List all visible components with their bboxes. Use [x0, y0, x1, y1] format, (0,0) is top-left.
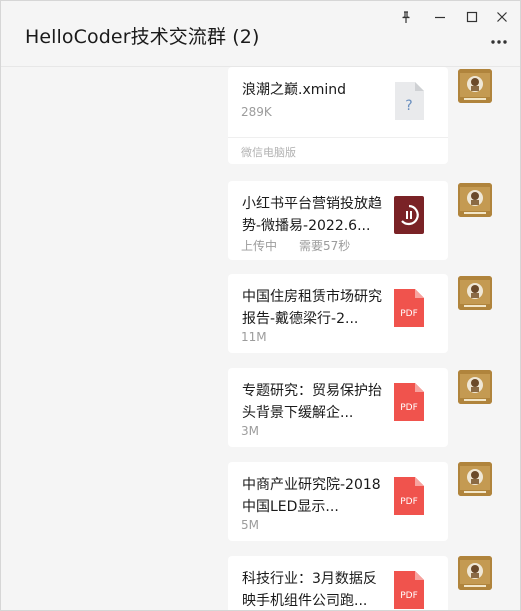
file-size: 5M: [241, 518, 259, 532]
more-icon[interactable]: [488, 31, 510, 53]
file-name: 浪潮之巅.xmind: [242, 82, 347, 98]
file-name: 中商产业研究院-2018中国LED显示...: [242, 477, 381, 515]
message-source: 微信电脑版: [241, 146, 296, 159]
file-name: 科技行业：3月数据反映手机组件公司跑...: [242, 571, 377, 609]
avatar[interactable]: [458, 69, 492, 103]
avatar[interactable]: [458, 276, 492, 310]
pdf-label: PDF: [400, 591, 418, 601]
file-size: 11M: [241, 330, 267, 344]
pin-icon[interactable]: [395, 7, 417, 27]
pdf-label: PDF: [400, 403, 418, 413]
avatar[interactable]: [458, 370, 492, 404]
chat-window: HelloCoder技术交流群 (2) 浪潮之巅.xmind 289K ? 微信…: [0, 0, 521, 611]
file-bubble[interactable]: 专题研究：贸易保护抬头背景下缓解企... 3M PDF: [228, 368, 448, 447]
avatar[interactable]: [458, 556, 492, 590]
file-name: 小红书平台营销投放趋势-微播易-2022.6...: [242, 196, 382, 234]
pdf-icon: PDF: [393, 382, 425, 422]
pdf-label: PDF: [400, 497, 418, 507]
file-bubble[interactable]: 中商产业研究院-2018中国LED显示... 5M PDF: [228, 462, 448, 541]
file-size: 289K: [241, 105, 272, 119]
file-name: 中国住房租赁市场研究报告-戴德梁行-2...: [242, 289, 382, 327]
close-icon[interactable]: [491, 7, 513, 27]
pdf-icon: PDF: [393, 476, 425, 516]
uploading-file-icon: [393, 195, 425, 235]
message-list[interactable]: 浪潮之巅.xmind 289K ? 微信电脑版 小红书平台营销投放趋势-微播易-…: [1, 67, 520, 610]
pdf-icon: PDF: [393, 570, 425, 610]
upload-status: 上传中: [241, 239, 278, 253]
title-bar: HelloCoder技术交流群 (2): [1, 1, 520, 67]
file-size: 3M: [241, 424, 259, 438]
file-bubble[interactable]: 中国住房租赁市场研究报告-戴德梁行-2... 11M PDF: [228, 274, 448, 353]
avatar[interactable]: [458, 183, 492, 217]
pdf-icon: PDF: [393, 288, 425, 328]
minimize-icon[interactable]: [429, 7, 451, 27]
avatar[interactable]: [458, 462, 492, 496]
maximize-icon[interactable]: [461, 7, 483, 27]
chat-title: HelloCoder技术交流群 (2): [25, 26, 260, 48]
bubble-divider: [228, 137, 448, 138]
unknown-file-icon: ?: [393, 81, 425, 121]
file-icon-label: ?: [405, 98, 412, 114]
file-bubble[interactable]: 浪潮之巅.xmind 289K ? 微信电脑版: [228, 67, 448, 164]
pdf-label: PDF: [400, 309, 418, 319]
file-bubble[interactable]: 科技行业：3月数据反映手机组件公司跑... PDF: [228, 556, 448, 610]
upload-remaining: 需要57秒: [299, 239, 351, 253]
file-name: 专题研究：贸易保护抬头背景下缓解企...: [242, 383, 382, 421]
file-bubble[interactable]: 小红书平台营销投放趋势-微播易-2022.6... 上传中 需要57秒: [228, 181, 448, 260]
